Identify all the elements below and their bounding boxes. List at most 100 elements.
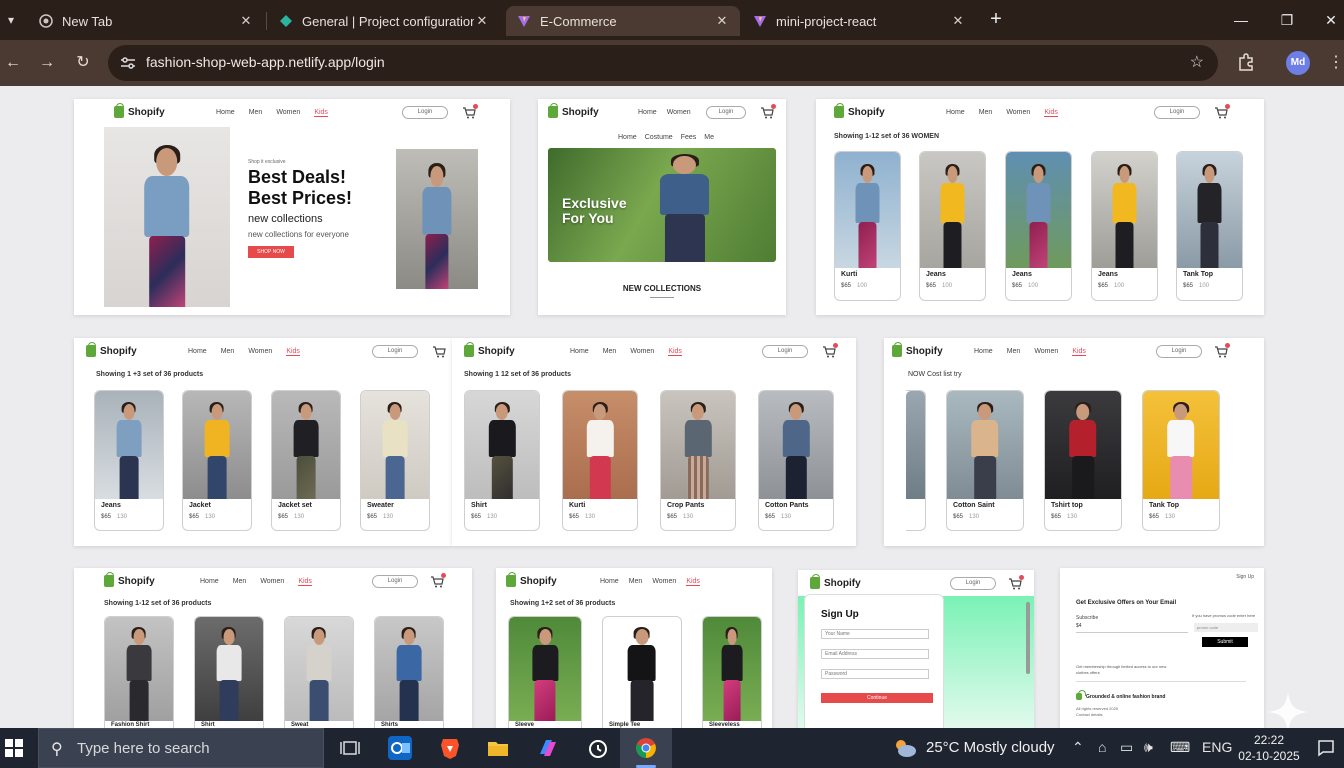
clock-app-icon[interactable]: [586, 736, 610, 760]
product-card[interactable]: Shirts: [374, 616, 444, 728]
nav-women[interactable]: Women: [248, 348, 272, 356]
login-button[interactable]: Login: [1154, 106, 1200, 119]
brand-logo[interactable]: Shopify: [464, 342, 515, 357]
weather-text[interactable]: 25°C Mostly cloudy: [926, 739, 1055, 756]
product-card[interactable]: Tank Top $65 100: [1176, 151, 1243, 301]
nav-kids[interactable]: Kids: [668, 348, 682, 356]
name-field[interactable]: Your Name: [821, 629, 929, 639]
windows-start-icon[interactable]: [4, 738, 24, 758]
brand-logo[interactable]: Shopify: [810, 574, 861, 589]
nav-women[interactable]: Women: [260, 578, 284, 586]
subnav-item[interactable]: Costume: [645, 134, 673, 141]
nav-home[interactable]: Home: [188, 348, 207, 356]
product-card[interactable]: Jeans $65 100: [919, 151, 986, 301]
maximize-button[interactable]: ❐: [1272, 8, 1302, 32]
system-clock[interactable]: 22:22 02-10-2025: [1238, 732, 1300, 764]
corner-link[interactable]: Sign Up: [1236, 574, 1254, 580]
continue-button[interactable]: Continue: [821, 693, 933, 703]
nav-kids[interactable]: Kids: [1072, 348, 1086, 356]
product-card[interactable]: Tshirt top $65 130: [1044, 390, 1122, 531]
nav-women[interactable]: Women: [652, 578, 676, 586]
product-card[interactable]: Jacket set $65 130: [271, 390, 341, 531]
product-card[interactable]: Jacket $65 130: [182, 390, 252, 531]
nav-kids[interactable]: Kids: [298, 578, 312, 586]
language-indicator[interactable]: ENG: [1202, 739, 1232, 755]
brand-logo[interactable]: Shopify: [834, 103, 885, 118]
product-card[interactable]: Cotton Saint $65 130: [946, 390, 1024, 531]
product-card[interactable]: Tank Top $65 130: [1142, 390, 1220, 531]
product-card[interactable]: Sleeve: [508, 616, 582, 728]
nav-women[interactable]: Women: [276, 109, 300, 117]
login-button[interactable]: Login: [372, 345, 418, 358]
login-button[interactable]: Login: [1156, 345, 1202, 358]
nav-men[interactable]: Men: [603, 348, 617, 356]
nav-men[interactable]: Men: [1007, 348, 1021, 356]
login-button[interactable]: Login: [372, 575, 418, 588]
nav-kids[interactable]: Kids: [1044, 109, 1058, 117]
product-card[interactable]: Shirt $65 130: [464, 390, 540, 531]
nav-home[interactable]: Home: [638, 109, 657, 116]
nav-home[interactable]: Home: [974, 348, 993, 356]
brand-logo[interactable]: Shopify: [114, 103, 165, 118]
brave-browser-icon[interactable]: [438, 736, 462, 760]
email-input[interactable]: $4: [1076, 623, 1188, 633]
login-button[interactable]: Login: [706, 106, 746, 119]
nav-kids[interactable]: Kids: [314, 109, 328, 117]
close-icon[interactable]: ✕: [238, 13, 254, 29]
nav-men[interactable]: Men: [233, 578, 247, 586]
login-button[interactable]: Login: [762, 345, 808, 358]
chevron-up-icon[interactable]: ⌃: [1072, 739, 1084, 756]
chrome-icon[interactable]: [634, 736, 658, 760]
network-icon[interactable]: ⌂: [1098, 739, 1106, 755]
nav-women[interactable]: Women: [1034, 348, 1058, 356]
address-bar[interactable]: fashion-shop-web-app.netlify.app/login ☆: [108, 45, 1218, 81]
subnav-item[interactable]: Home: [618, 134, 637, 141]
product-card[interactable]: Jeans $65 100: [1005, 151, 1072, 301]
brand-logo[interactable]: Shopify: [86, 342, 137, 357]
submit-button[interactable]: Submit: [1202, 637, 1248, 647]
more-menu-icon[interactable]: ⋮: [1328, 52, 1344, 74]
product-card[interactable]: Jeans $65 100: [1091, 151, 1158, 301]
taskbar-search-input[interactable]: ⚲ Type here to search: [38, 728, 324, 768]
tab-search-dropdown[interactable]: ▾: [0, 6, 22, 34]
close-icon[interactable]: ✕: [950, 13, 966, 29]
copilot-icon[interactable]: [536, 736, 560, 760]
brand-logo[interactable]: Shopify: [548, 103, 599, 118]
promo-input[interactable]: promo code: [1194, 623, 1258, 632]
product-card[interactable]: Jeans $65 130: [94, 390, 164, 531]
product-card[interactable]: Sweat: [284, 616, 354, 728]
product-card[interactable]: Kurti $65 130: [562, 390, 638, 531]
forward-button[interactable]: →: [36, 52, 58, 74]
battery-icon[interactable]: ▭: [1120, 739, 1133, 756]
tab-new-tab[interactable]: New Tab ✕: [28, 6, 264, 36]
nav-men[interactable]: Men: [979, 109, 993, 117]
email-field[interactable]: Email Address: [821, 649, 929, 659]
cart-icon[interactable]: [430, 573, 446, 588]
product-card[interactable]: Shirt: [194, 616, 264, 728]
notification-icon[interactable]: [1316, 738, 1336, 758]
nav-home[interactable]: Home: [570, 348, 589, 356]
cart-icon[interactable]: [1214, 343, 1230, 358]
nav-women[interactable]: Women: [630, 348, 654, 356]
keyboard-icon[interactable]: ⌨: [1170, 739, 1190, 756]
scrollbar-thumb[interactable]: [1026, 602, 1030, 674]
product-card[interactable]: Simple Tee: [602, 616, 682, 728]
nav-women[interactable]: Women: [667, 109, 691, 116]
product-card[interactable]: Crop Pants $65 130: [660, 390, 736, 531]
minimize-button[interactable]: —: [1226, 8, 1256, 32]
cart-icon[interactable]: [432, 345, 446, 358]
profile-avatar[interactable]: Md: [1286, 51, 1310, 75]
product-card-partial[interactable]: [906, 390, 926, 531]
brand-logo[interactable]: Shopify: [104, 572, 155, 587]
close-icon[interactable]: ✕: [714, 13, 730, 29]
extensions-icon[interactable]: [1236, 52, 1256, 72]
cart-icon[interactable]: [822, 343, 838, 358]
product-card[interactable]: Fashion Shirt: [104, 616, 174, 728]
nav-men[interactable]: Men: [629, 578, 643, 586]
tab-mini-project-react[interactable]: mini-project-react ✕: [742, 6, 976, 36]
volume-icon[interactable]: 🕪: [1144, 739, 1153, 756]
login-button[interactable]: Login: [950, 577, 996, 590]
close-icon[interactable]: ✕: [474, 13, 490, 29]
nav-kids[interactable]: Kids: [686, 578, 700, 586]
cart-icon[interactable]: [760, 104, 776, 119]
